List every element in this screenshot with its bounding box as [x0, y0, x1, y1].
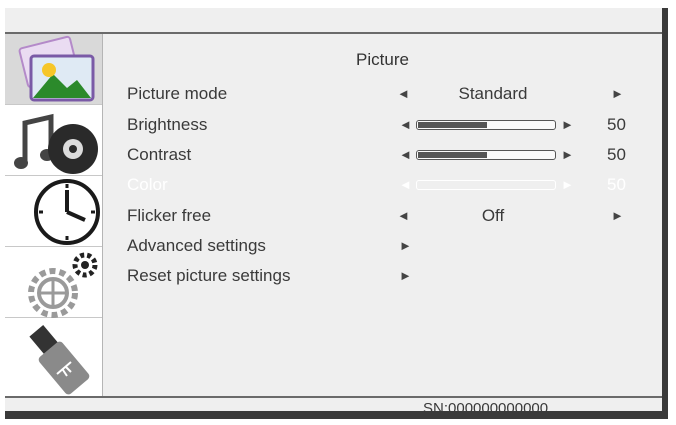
serial-number: SN:000000000000 [423, 400, 549, 417]
menu-item-label: Reset picture settings [127, 266, 291, 285]
contrast-value: 50 [607, 145, 626, 164]
arrow-right-icon[interactable]: ► [611, 86, 624, 101]
music-note-icon [14, 113, 98, 174]
slider-fill [418, 122, 487, 128]
flicker-free-value: Off [481, 206, 505, 225]
menu-item-contrast[interactable]: Contrast ◄ ► 50 [103, 141, 662, 171]
arrow-left-icon[interactable]: ◄ [399, 147, 412, 162]
tab-usb[interactable] [5, 318, 102, 395]
tab-time[interactable] [5, 176, 102, 247]
menu-item-picture-mode[interactable]: Picture mode ◄ Standard ► [103, 80, 662, 110]
bottom-bar [5, 396, 662, 411]
menu-content: Picture Picture mode ◄ Standard ► Bright… [103, 34, 662, 396]
slider-fill [418, 152, 487, 158]
menu-item-label: Color [127, 175, 168, 194]
clock-icon [34, 179, 100, 245]
menu-item-label: Contrast [127, 145, 192, 164]
picture-icon [18, 35, 95, 102]
usb-icon [29, 325, 90, 395]
color-slider [416, 180, 556, 190]
menu-item-brightness[interactable]: Brightness ◄ ► 50 [103, 111, 662, 141]
osd-panel: Picture Picture mode ◄ Standard ► Bright… [5, 8, 662, 411]
tab-setup[interactable] [5, 247, 102, 318]
arrow-right-icon[interactable]: ► [611, 208, 624, 223]
arrow-right-icon: ► [561, 177, 574, 192]
menu-item-label: Advanced settings [127, 236, 266, 255]
brightness-value: 50 [607, 115, 626, 134]
picture-mode-value: Standard [458, 84, 528, 103]
menu-item-label: Brightness [127, 115, 208, 134]
arrow-left-icon[interactable]: ◄ [397, 208, 410, 223]
arrow-right-icon[interactable]: ► [561, 147, 574, 162]
menu-item-advanced-settings[interactable]: Advanced settings ► [103, 232, 662, 262]
tab-picture[interactable] [5, 34, 102, 105]
contrast-slider[interactable] [416, 150, 556, 160]
menu-item-label: Picture mode [127, 84, 228, 103]
menu-item-flicker-free[interactable]: Flicker free ◄ Off ► [103, 202, 662, 232]
arrow-left-icon[interactable]: ◄ [399, 117, 412, 132]
tab-sound[interactable] [5, 105, 102, 176]
menu-item-label: Flicker free [127, 206, 212, 225]
arrow-right-icon[interactable]: ► [561, 117, 574, 132]
submenu-arrow-icon[interactable]: ► [399, 268, 412, 283]
sidebar [5, 34, 103, 396]
top-bar [5, 8, 662, 34]
color-value: 50 [607, 175, 626, 194]
menu-item-reset-picture-settings[interactable]: Reset picture settings ► [103, 262, 662, 292]
arrow-left-icon[interactable]: ◄ [397, 86, 410, 101]
menu-title: Picture [356, 50, 409, 69]
menu-item-color: Color ◄ ► 50 [103, 171, 662, 201]
submenu-arrow-icon[interactable]: ► [399, 238, 412, 253]
slider-fill [418, 182, 487, 188]
gear-icon [28, 252, 98, 318]
brightness-slider[interactable] [416, 120, 556, 130]
arrow-left-icon: ◄ [399, 177, 412, 192]
